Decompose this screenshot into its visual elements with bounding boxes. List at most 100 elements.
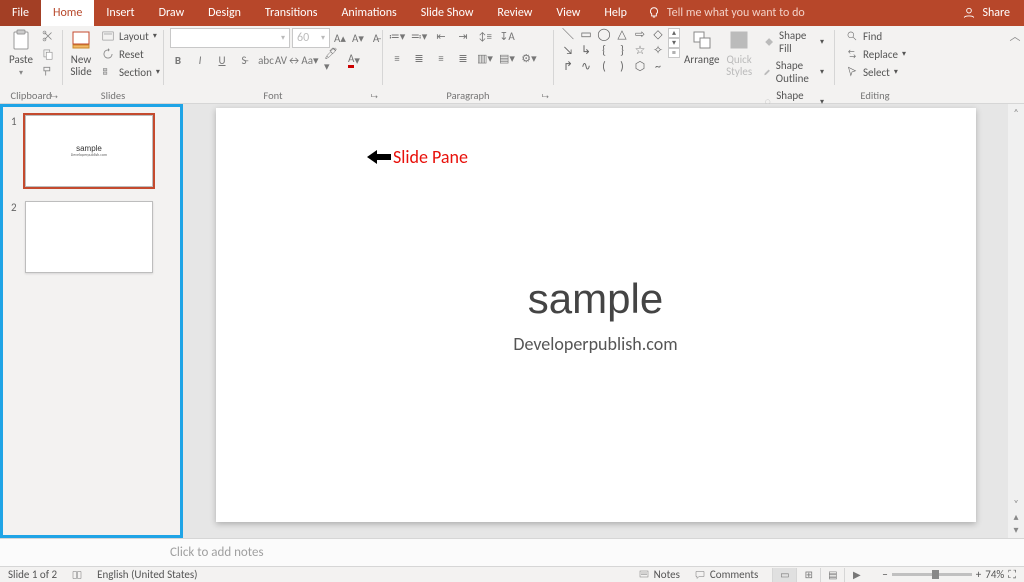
comments-toggle[interactable]: Comments xyxy=(694,568,758,581)
shape-rbrace-icon[interactable]: } xyxy=(614,44,630,58)
zoom-slider-track[interactable] xyxy=(892,573,972,576)
shape-line-icon[interactable]: ＼ xyxy=(560,28,576,42)
tab-insert[interactable]: Insert xyxy=(94,0,146,26)
replace-button[interactable]: Replace ▾ xyxy=(841,46,910,62)
shape-diamond-icon[interactable]: ◇ xyxy=(650,28,666,42)
shape-lbrace-icon[interactable]: { xyxy=(596,44,612,58)
shape-hex-icon[interactable]: ⬡ xyxy=(632,60,648,74)
underline-button[interactable]: U xyxy=(214,52,230,68)
highlight-button[interactable]: 🖊▾ xyxy=(324,52,340,68)
font-name-combo[interactable]: ▾ xyxy=(170,28,290,48)
quick-styles-button[interactable]: A Quick Styles xyxy=(723,28,754,78)
decrease-indent-button[interactable]: ⇤ xyxy=(433,28,449,44)
copy-button[interactable] xyxy=(40,46,56,62)
arrange-button[interactable]: Arrange xyxy=(684,28,719,66)
canvas-area[interactable]: sample Developerpublish.com Slide Pane xyxy=(183,104,1008,538)
font-launcher[interactable]: ⮡ xyxy=(371,91,378,102)
shape-outline-button[interactable]: Shape Outline ▾ xyxy=(759,58,828,86)
tab-review[interactable]: Review xyxy=(485,0,544,26)
language-indicator[interactable]: English (United States) xyxy=(97,568,197,581)
shape-elbow-icon[interactable]: ↱ xyxy=(560,60,576,74)
bold-button[interactable]: B xyxy=(170,52,186,68)
increase-font-button[interactable]: A▴ xyxy=(332,30,348,46)
gallery-down-button[interactable]: ▾ xyxy=(668,38,680,48)
tab-file[interactable]: File xyxy=(0,0,41,26)
shape-arrow-icon[interactable]: ⇨ xyxy=(632,28,648,42)
notes-toggle[interactable]: Notes xyxy=(638,568,680,581)
scroll-up-button[interactable]: ˄ xyxy=(1013,106,1018,119)
layout-button[interactable]: Layout ▾ xyxy=(97,28,164,44)
notes-pane[interactable]: Click to add notes xyxy=(0,538,1024,566)
reading-view-button[interactable]: ▤ xyxy=(820,568,844,582)
font-size-combo[interactable]: 60▾ xyxy=(292,28,330,48)
numbering-button[interactable]: ≕▾ xyxy=(411,28,427,44)
slide-canvas[interactable]: sample Developerpublish.com xyxy=(216,108,976,522)
shape-line2-icon[interactable]: ↘ xyxy=(560,44,576,58)
reset-button[interactable]: Reset xyxy=(97,46,164,62)
slide-title[interactable]: sample xyxy=(528,275,663,323)
tab-animations[interactable]: Animations xyxy=(329,0,408,26)
slideshow-view-button[interactable]: ▶ xyxy=(844,568,868,582)
shape-fill-button[interactable]: Shape Fill ▾ xyxy=(759,28,828,56)
gallery-up-button[interactable]: ▴ xyxy=(668,28,680,38)
slide-thumbnail[interactable]: sample Developerpublish.com xyxy=(25,115,153,187)
clipboard-launcher[interactable]: ⮡ xyxy=(51,91,58,102)
italic-button[interactable]: I xyxy=(192,52,208,68)
zoom-in-button[interactable]: + xyxy=(976,568,981,581)
font-color-button[interactable]: A▾ xyxy=(346,52,362,68)
tab-home[interactable]: Home xyxy=(41,0,94,26)
align-center-button[interactable]: ≣ xyxy=(411,50,427,66)
shape-scribble-icon[interactable]: ~ xyxy=(650,60,666,74)
vertical-scrollbar[interactable]: ˄ ˅ ▴ ▾ xyxy=(1008,104,1024,538)
decrease-font-button[interactable]: A▾ xyxy=(350,30,366,46)
strikethrough-button[interactable]: S̶ xyxy=(236,52,252,68)
char-spacing-button[interactable]: AV↔ xyxy=(280,52,296,68)
spellcheck-button[interactable] xyxy=(71,569,83,581)
paste-button[interactable]: Paste ▾ xyxy=(6,28,36,78)
zoom-out-button[interactable]: − xyxy=(882,568,887,581)
shape-connector-icon[interactable]: ↳ xyxy=(578,44,594,58)
prev-slide-button[interactable]: ▴ xyxy=(1013,510,1018,523)
shape-lparen-icon[interactable]: ( xyxy=(596,60,612,74)
section-button[interactable]: Section ▾ xyxy=(97,64,164,80)
tab-slideshow[interactable]: Slide Show xyxy=(409,0,486,26)
tab-draw[interactable]: Draw xyxy=(147,0,197,26)
find-button[interactable]: Find xyxy=(841,28,910,44)
shape-rect-icon[interactable]: ▭ xyxy=(578,28,594,42)
align-left-button[interactable]: ≡ xyxy=(389,50,405,66)
new-slide-button[interactable]: New Slide xyxy=(69,28,93,78)
columns-button[interactable]: ▥▾ xyxy=(477,50,493,66)
change-case-button[interactable]: Aa▾ xyxy=(302,52,318,68)
share-button[interactable]: Share xyxy=(948,0,1024,26)
collapse-ribbon-button[interactable]: ︿ xyxy=(1007,28,1023,44)
sorter-view-button[interactable]: ⊞ xyxy=(796,568,820,582)
text-direction-button[interactable]: ↧A xyxy=(499,28,515,44)
shape-oval-icon[interactable]: ◯ xyxy=(596,28,612,42)
cut-button[interactable] xyxy=(40,28,56,44)
scroll-down-button[interactable]: ˅ xyxy=(1013,497,1018,510)
shape-callout-icon[interactable]: ✧ xyxy=(650,44,666,58)
shadow-button[interactable]: abc xyxy=(258,52,274,68)
next-slide-button[interactable]: ▾ xyxy=(1013,523,1018,536)
smartart-button[interactable]: ⚙▾ xyxy=(521,50,537,66)
format-painter-button[interactable] xyxy=(40,64,56,80)
paragraph-launcher[interactable]: ⮡ xyxy=(542,91,549,102)
zoom-level[interactable]: 74% xyxy=(985,568,1004,581)
justify-button[interactable]: ≣ xyxy=(455,50,471,66)
normal-view-button[interactable]: ▭ xyxy=(772,568,796,582)
tab-design[interactable]: Design xyxy=(196,0,253,26)
zoom-slider-thumb[interactable] xyxy=(932,570,939,579)
increase-indent-button[interactable]: ⇥ xyxy=(455,28,471,44)
slide-subtitle[interactable]: Developerpublish.com xyxy=(513,333,677,355)
align-text-button[interactable]: ▤▾ xyxy=(499,50,515,66)
shape-triangle-icon[interactable]: △ xyxy=(614,28,630,42)
select-button[interactable]: Select ▾ xyxy=(841,64,910,80)
tab-transitions[interactable]: Transitions xyxy=(253,0,330,26)
slide-thumbnail[interactable] xyxy=(25,201,153,273)
bullets-button[interactable]: ≔▾ xyxy=(389,28,405,44)
align-right-button[interactable]: ≡ xyxy=(433,50,449,66)
shape-rparen-icon[interactable]: ) xyxy=(614,60,630,74)
tab-view[interactable]: View xyxy=(544,0,592,26)
gallery-more-button[interactable]: ≡ xyxy=(668,48,680,58)
shape-curve-icon[interactable]: ∿ xyxy=(578,60,594,74)
